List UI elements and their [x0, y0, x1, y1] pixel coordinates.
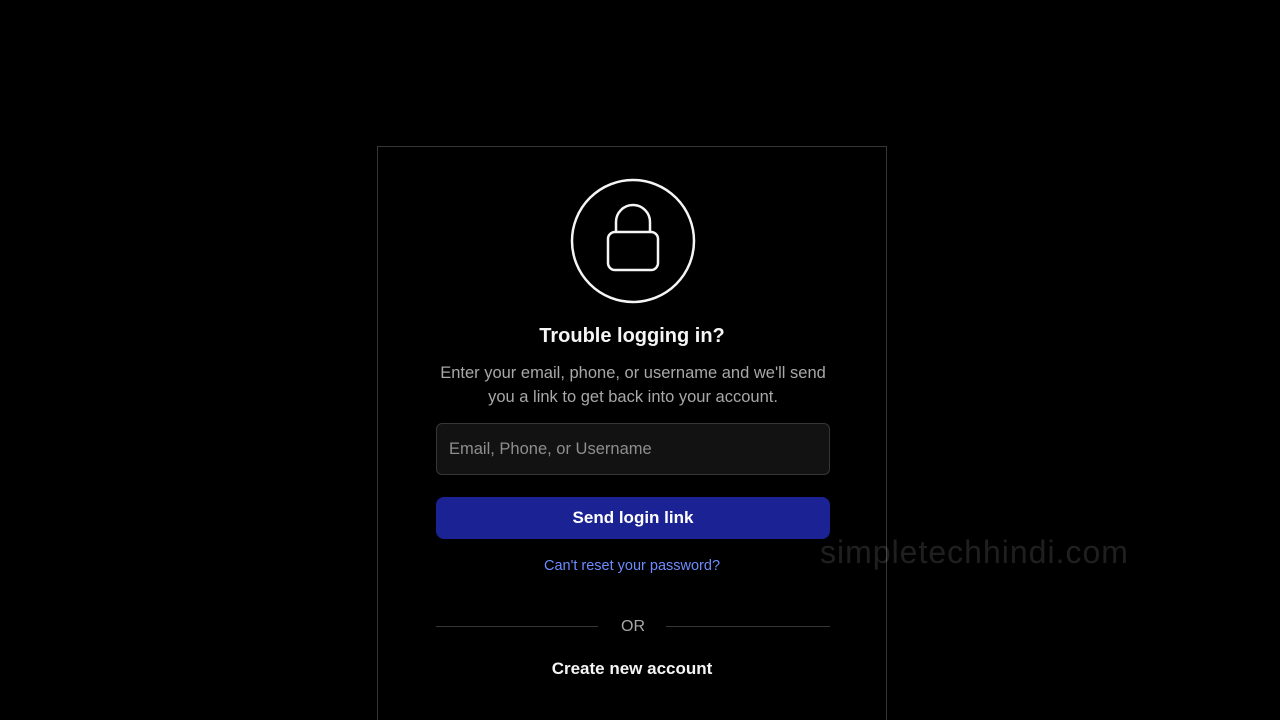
divider-label: OR	[621, 618, 645, 635]
description-text: Enter your email, phone, or username and…	[440, 364, 826, 406]
identifier-input[interactable]	[437, 424, 829, 474]
divider-line-right	[666, 626, 830, 627]
cant-reset-password-link[interactable]: Can't reset your password?	[378, 556, 886, 576]
watermark-text: simpletechhindi.com	[820, 534, 1129, 570]
reset-card: Trouble logging in? Enter your email, ph…	[377, 146, 887, 720]
identifier-input-wrapper	[436, 423, 830, 475]
create-new-account-link[interactable]: Create new account	[378, 657, 886, 681]
page-title: Trouble logging in?	[539, 325, 725, 347]
send-login-link-button[interactable]: Send login link	[436, 497, 830, 539]
page: Trouble logging in? Enter your email, ph…	[0, 0, 1280, 720]
or-divider: OR	[436, 617, 830, 641]
lock-icon	[570, 178, 696, 304]
